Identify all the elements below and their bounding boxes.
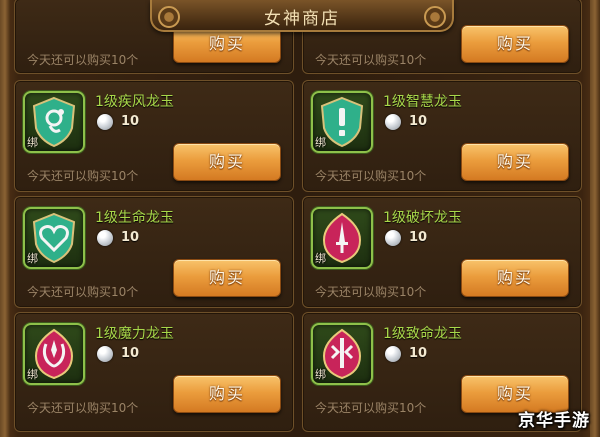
shop-item-card: 绑 1级生命龙玉 10 购买 今天还可以购买10个 bbox=[14, 196, 294, 308]
price-value: 10 bbox=[409, 230, 428, 245]
purchase-limit-text: 今天还可以购买10个 bbox=[315, 53, 427, 67]
panel-border-left bbox=[0, 0, 10, 437]
panel-border-right bbox=[590, 0, 600, 437]
purchase-limit-text: 今天还可以购买10个 bbox=[315, 285, 427, 299]
bound-tag: 绑 bbox=[27, 368, 38, 381]
buy-button[interactable]: 购买 bbox=[173, 259, 281, 297]
item-name: 1级智慧龙玉 bbox=[383, 94, 462, 110]
silver-coin-icon bbox=[97, 230, 113, 246]
silver-coin-icon bbox=[97, 114, 113, 130]
item-name: 1级生命龙玉 bbox=[95, 210, 174, 226]
buy-button[interactable]: 购买 bbox=[461, 143, 569, 181]
title-ornament-icon bbox=[158, 6, 180, 28]
site-watermark: 京华手游 bbox=[518, 411, 590, 431]
shop-title-bar: 女神商店 bbox=[150, 0, 454, 32]
destruction-jade-icon[interactable]: 绑 bbox=[311, 207, 373, 269]
shop-item-card: 绑 1级破坏龙玉 10 购买 今天还可以购买10个 bbox=[302, 196, 582, 308]
bound-tag: 绑 bbox=[27, 252, 38, 265]
price-value: 10 bbox=[409, 114, 428, 129]
buy-button[interactable]: 购买 bbox=[461, 259, 569, 297]
item-name: 1级致命龙玉 bbox=[383, 326, 462, 342]
bound-tag: 绑 bbox=[315, 136, 326, 149]
price-value: 10 bbox=[121, 114, 140, 129]
silver-coin-icon bbox=[97, 346, 113, 362]
silver-coin-icon bbox=[385, 346, 401, 362]
purchase-limit-text: 今天还可以购买10个 bbox=[27, 285, 139, 299]
purchase-limit-text: 今天还可以购买10个 bbox=[27, 169, 139, 183]
item-name: 1级疾风龙玉 bbox=[95, 94, 174, 110]
price-value: 10 bbox=[409, 346, 428, 361]
shop-item-card: 绑 1级疾风龙玉 10 购买 今天还可以购买10个 bbox=[14, 80, 294, 192]
wisdom-jade-icon[interactable]: 绑 bbox=[311, 91, 373, 153]
silver-coin-icon bbox=[385, 230, 401, 246]
purchase-limit-text: 今天还可以购买10个 bbox=[315, 401, 427, 415]
item-name: 1级破坏龙玉 bbox=[383, 210, 462, 226]
purchase-limit-text: 今天还可以购买10个 bbox=[27, 401, 139, 415]
wind-jade-icon[interactable]: 绑 bbox=[23, 91, 85, 153]
life-jade-icon[interactable]: 绑 bbox=[23, 207, 85, 269]
price-value: 10 bbox=[121, 346, 140, 361]
purchase-limit-text: 今天还可以购买10个 bbox=[315, 169, 427, 183]
bound-tag: 绑 bbox=[27, 136, 38, 149]
bound-tag: 绑 bbox=[315, 252, 326, 265]
title-ornament-icon bbox=[424, 6, 446, 28]
page-title: 女神商店 bbox=[264, 9, 340, 29]
silver-coin-icon bbox=[385, 114, 401, 130]
buy-button[interactable]: 购买 bbox=[461, 25, 569, 63]
magic-jade-icon[interactable]: 绑 bbox=[23, 323, 85, 385]
shop-item-card: 绑 1级魔力龙玉 10 购买 今天还可以购买10个 bbox=[14, 312, 294, 432]
price-value: 10 bbox=[121, 230, 140, 245]
bound-tag: 绑 bbox=[315, 368, 326, 381]
item-name: 1级魔力龙玉 bbox=[95, 326, 174, 342]
shop-item-card: 绑 1级智慧龙玉 10 购买 今天还可以购买10个 bbox=[302, 80, 582, 192]
buy-button[interactable]: 购买 bbox=[173, 375, 281, 413]
lethal-jade-icon[interactable]: 绑 bbox=[311, 323, 373, 385]
buy-button[interactable]: 购买 bbox=[173, 143, 281, 181]
purchase-limit-text: 今天还可以购买10个 bbox=[27, 53, 139, 67]
